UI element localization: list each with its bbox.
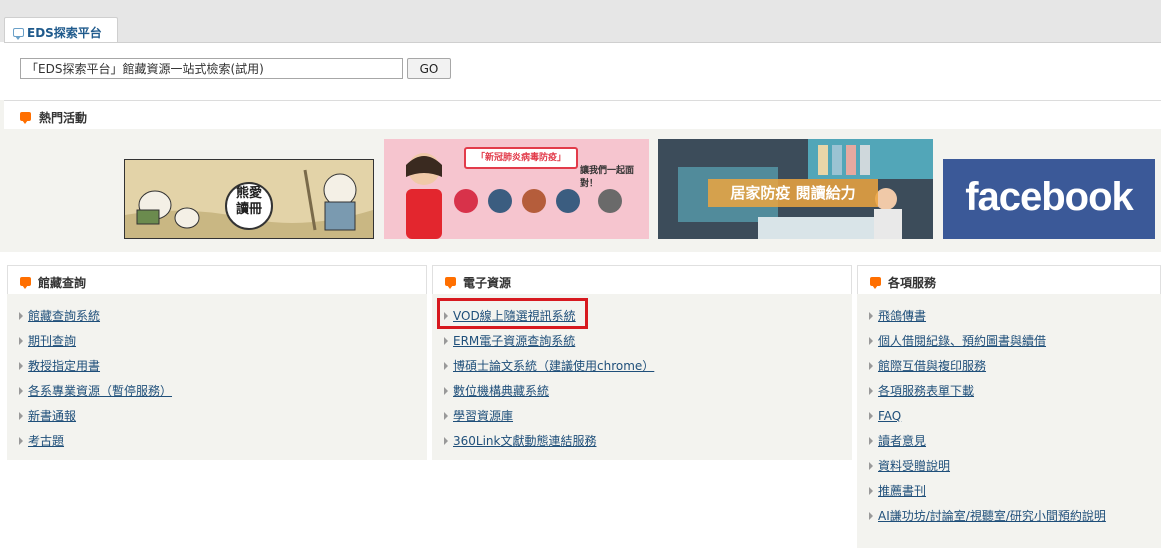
covid-banner-subtitle: 讓我們一起面對！ <box>580 166 635 189</box>
list-item: 館際互借與複印服務 <box>857 355 1161 380</box>
services-title: 各項服務 <box>888 276 937 290</box>
bear-banner-text: 熊愛 讀冊 <box>235 186 262 217</box>
list-item: 飛鴿傳書 <box>857 305 1161 330</box>
list-item: 個人借閱紀錄、預約圖書與續借 <box>857 330 1161 355</box>
covid-banner-headline: 「新冠肺炎病毒防疫」 <box>464 147 578 169</box>
list-item: 期刊查詢 <box>7 330 427 355</box>
hot-events-header: 熱門活動 <box>4 100 1161 129</box>
eds-tab-label: EDS探索平台 <box>27 26 102 40</box>
list-item: 考古題 <box>7 430 427 455</box>
list-item: 學習資源庫 <box>432 405 852 430</box>
home-banner-headline: 居家防疫 閱讀給力 <box>708 179 878 207</box>
services-header: 各項服務 <box>857 265 1161 294</box>
catalog-link[interactable]: 教授指定用書 <box>28 359 100 373</box>
list-item: AI謙功坊/討論室/視聽室/研究小間預約說明 <box>857 505 1161 530</box>
list-item: 360Link文獻動態連結服務 <box>432 430 852 455</box>
list-item: 教授指定用書 <box>7 355 427 380</box>
services-list: 飛鴿傳書 個人借閱紀錄、預約圖書與續借 館際互借與複印服務 各項服務表單下載 F… <box>857 305 1161 530</box>
catalog-link[interactable]: 館藏查詢系統 <box>28 309 100 323</box>
service-link[interactable]: 個人借閱紀錄、預約圖書與續借 <box>878 334 1046 348</box>
banner-facebook[interactable]: facebook <box>943 159 1155 239</box>
service-link[interactable]: 各項服務表單下載 <box>878 384 974 398</box>
catalog-list: 館藏查詢系統 期刊查詢 教授指定用書 各系專業資源（暫停服務） 新書通報 考古題 <box>7 305 427 455</box>
eresources-panel: 電子資源 VOD線上隨選視訊系統 ERM電子資源查詢系統 博碩士論文系統（建議使… <box>432 265 852 460</box>
list-item: FAQ <box>857 405 1161 430</box>
chat-bubble-icon <box>20 112 31 124</box>
catalog-link[interactable]: 期刊查詢 <box>28 334 76 348</box>
eresource-link[interactable]: 學習資源庫 <box>453 409 513 423</box>
eresource-link[interactable]: 博碩士論文系統（建議使用chrome） <box>453 359 654 373</box>
list-item: 館藏查詢系統 <box>7 305 427 330</box>
list-item: 讀者意見 <box>857 430 1161 455</box>
eresource-link[interactable]: ERM電子資源查詢系統 <box>453 334 575 348</box>
eresources-title: 電子資源 <box>463 276 512 290</box>
list-item: 各項服務表單下載 <box>857 380 1161 405</box>
list-item: 各系專業資源（暫停服務） <box>7 380 427 405</box>
vod-highlight-box <box>437 298 588 329</box>
chat-bubble-icon <box>13 28 24 40</box>
catalog-panel: 館藏查詢 館藏查詢系統 期刊查詢 教授指定用書 各系專業資源（暫停服務） 新書通… <box>7 265 427 460</box>
list-item: 資料受贈說明 <box>857 455 1161 480</box>
banner-bear-reading[interactable]: 熊愛 讀冊 <box>124 159 374 239</box>
banner-covid-prevention[interactable]: 「新冠肺炎病毒防疫」 讓我們一起面對！ <box>384 139 649 239</box>
eresource-link[interactable]: 數位機構典藏系統 <box>453 384 549 398</box>
chat-bubble-icon <box>870 277 881 289</box>
service-link[interactable]: 推薦書刊 <box>878 484 926 498</box>
list-item: 新書通報 <box>7 405 427 430</box>
go-button[interactable]: GO <box>407 58 451 79</box>
service-link[interactable]: 資料受贈說明 <box>878 459 950 473</box>
catalog-header: 館藏查詢 <box>7 265 427 294</box>
eresources-header: 電子資源 <box>432 265 852 294</box>
services-panel: 各項服務 飛鴿傳書 個人借閱紀錄、預約圖書與續借 館際互借與複印服務 各項服務表… <box>857 265 1161 548</box>
eresource-link[interactable]: 360Link文獻動態連結服務 <box>453 434 596 448</box>
catalog-link[interactable]: 考古題 <box>28 434 64 448</box>
service-link[interactable]: 讀者意見 <box>878 434 926 448</box>
catalog-link[interactable]: 各系專業資源（暫停服務） <box>28 384 172 398</box>
list-item: ERM電子資源查詢系統 <box>432 330 852 355</box>
catalog-title: 館藏查詢 <box>38 276 87 290</box>
list-item: 博碩士論文系統（建議使用chrome） <box>432 355 852 380</box>
facebook-logo-text: facebook <box>965 175 1134 219</box>
chat-bubble-icon <box>445 277 456 289</box>
banner-home-reading[interactable]: 居家防疫 閱讀給力 <box>658 139 933 239</box>
hot-events-title: 熱門活動 <box>39 111 88 125</box>
service-link[interactable]: FAQ <box>878 409 901 423</box>
eds-search-input[interactable] <box>20 58 403 79</box>
service-link[interactable]: AI謙功坊/討論室/視聽室/研究小間預約說明 <box>878 509 1106 523</box>
service-link[interactable]: 飛鴿傳書 <box>878 309 926 323</box>
eds-tab-bar <box>0 0 1161 42</box>
service-link[interactable]: 館際互借與複印服務 <box>878 359 986 373</box>
list-item: 推薦書刊 <box>857 480 1161 505</box>
list-item: 數位機構典藏系統 <box>432 380 852 405</box>
catalog-link[interactable]: 新書通報 <box>28 409 76 423</box>
eds-tab[interactable]: EDS探索平台 <box>4 17 118 43</box>
chat-bubble-icon <box>20 277 31 289</box>
